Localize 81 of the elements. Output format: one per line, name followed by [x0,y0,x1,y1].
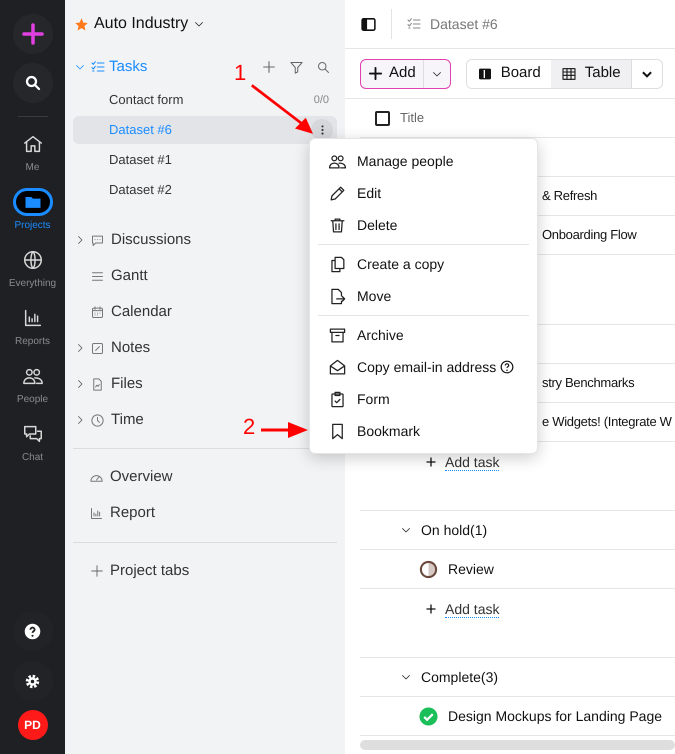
group-header[interactable]: On hold(1) [421,520,488,540]
section-item[interactable]: Notes [111,336,150,360]
calendar-icon [90,304,105,320]
vertical-dots-icon [320,125,324,135]
plus-icon [368,66,383,81]
trash-icon [328,216,347,234]
nav-item[interactable]: Me [2,130,62,175]
house-icon [22,133,44,155]
view-item[interactable]: Overview [110,466,173,488]
filter-icon[interactable] [289,60,304,74]
section-item[interactable]: Time [111,408,144,432]
half-circle-status-icon[interactable] [419,560,438,578]
menu-item[interactable]: Form [310,383,537,415]
archive-icon [328,326,347,344]
project-tabs-link[interactable]: Project tabs [110,560,190,582]
annotation-arrow [261,420,308,440]
plus-icon [425,603,437,615]
task-title[interactable]: e Widgets! (Integrate W [542,412,672,432]
plus-icon[interactable] [261,59,277,75]
chat-bubbles-icon [22,423,44,445]
help-icon[interactable] [500,360,514,374]
nav-item[interactable]: Reports [2,304,62,349]
star-icon [74,16,89,32]
section-item[interactable]: Files [111,372,143,396]
menu-item[interactable]: Edit [310,177,537,209]
task-count: 0/0 [314,92,329,108]
column-header: Title [400,109,424,128]
add-split-button[interactable]: Add [360,58,451,88]
globe-icon [22,249,44,271]
annotation-number: 1 [234,62,246,84]
search-button[interactable] [12,63,52,103]
task-title[interactable]: Design Mockups for Landing Page [448,706,662,726]
settings-icon [24,672,41,690]
plus-icon [425,456,437,468]
table-icon [560,66,577,82]
envelope-icon [328,358,347,376]
annotation-number: 2 [243,416,256,438]
breadcrumb-title: Dataset #6 [430,14,498,34]
plus-icon[interactable] [90,564,104,578]
select-all-checkbox[interactable] [375,110,390,126]
board-icon [476,66,493,82]
task-title[interactable]: stry Benchmarks [542,373,634,393]
nav-item[interactable]: Projects [2,188,62,233]
sidebar-toggle-icon[interactable] [360,16,377,32]
speech-bubble-icon [90,232,105,248]
add-button[interactable] [12,14,52,54]
horizontal-scrollbar[interactable] [360,740,675,750]
menu-item[interactable]: Archive [310,319,537,351]
nav-item[interactable]: Chat [2,420,62,465]
task-title[interactable]: Review [448,558,494,580]
nav-item[interactable]: Everything [2,246,62,291]
nav-item[interactable]: People [2,362,62,407]
group-header[interactable]: Complete(3) [421,666,498,688]
section-item[interactable]: Calendar [111,300,172,324]
menu-item[interactable]: Manage people [310,145,537,177]
bar-chart-icon [89,506,104,520]
view-toggle-button[interactable]: Table [550,60,631,88]
menu-item[interactable]: Create a copy [310,248,537,280]
menu-item[interactable]: Copy email-in address [310,351,537,383]
section-item[interactable]: Gantt [111,264,148,288]
clock-icon [90,412,105,428]
task-list-item[interactable]: Contact form 0/0 [73,86,337,114]
plus-icon [20,22,44,46]
task-title[interactable]: Onboarding Flow [542,225,636,245]
settings-button[interactable] [12,661,52,701]
menu-item[interactable]: Bookmark [310,415,537,447]
pencil-icon [328,184,347,202]
menu-item[interactable]: Delete [310,209,537,241]
search-icon[interactable] [316,60,331,74]
help-icon [24,622,41,640]
help-button[interactable] [12,611,52,651]
user-avatar[interactable]: PD [18,710,48,740]
search-icon [24,74,42,92]
project-title[interactable]: Auto Industry [94,12,188,36]
add-task-link[interactable]: Add task [445,601,500,618]
menu-item[interactable]: Move [310,280,537,312]
section-item[interactable]: Discussions [111,228,192,252]
check-circle-icon[interactable] [419,706,438,726]
note-icon [90,340,105,356]
task-title[interactable]: & Refresh [542,186,598,206]
view-item[interactable]: Report [110,502,156,524]
